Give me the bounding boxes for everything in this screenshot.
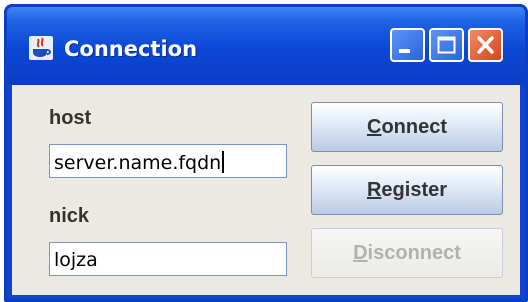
host-label: host [49, 107, 92, 129]
connect-button[interactable]: Connect [311, 102, 503, 152]
register-button[interactable]: Register [311, 165, 503, 215]
nick-value: lojza [54, 249, 98, 271]
connect-mnemonic: C [366, 115, 382, 138]
register-mnemonic: R [366, 178, 382, 201]
disconnect-mnemonic: D [353, 241, 368, 264]
register-label: egister [381, 178, 448, 201]
disconnect-label: isconnect [367, 241, 461, 264]
connection-window: Connection host server.name.fqdn nick lo… [4, 4, 528, 302]
nick-label: nick [49, 205, 90, 227]
close-button[interactable] [468, 28, 503, 62]
host-value: server.name.fqdn [54, 152, 222, 174]
window-title: Connection [64, 37, 198, 61]
disconnect-button: Disconnect [311, 228, 503, 278]
title-bar[interactable]: Connection [7, 7, 525, 85]
nick-input[interactable]: lojza [49, 242, 287, 276]
text-caret [222, 151, 225, 173]
minimize-button[interactable] [390, 28, 425, 62]
minimize-icon [399, 49, 410, 53]
close-icon [477, 36, 494, 54]
java-cup-icon[interactable] [29, 36, 53, 60]
host-input[interactable]: server.name.fqdn [49, 144, 287, 178]
connect-label: onnect [381, 115, 447, 138]
maximize-button[interactable] [429, 28, 464, 62]
connection-panel: host server.name.fqdn nick lojza Connect… [12, 85, 520, 295]
maximize-icon [437, 36, 456, 54]
